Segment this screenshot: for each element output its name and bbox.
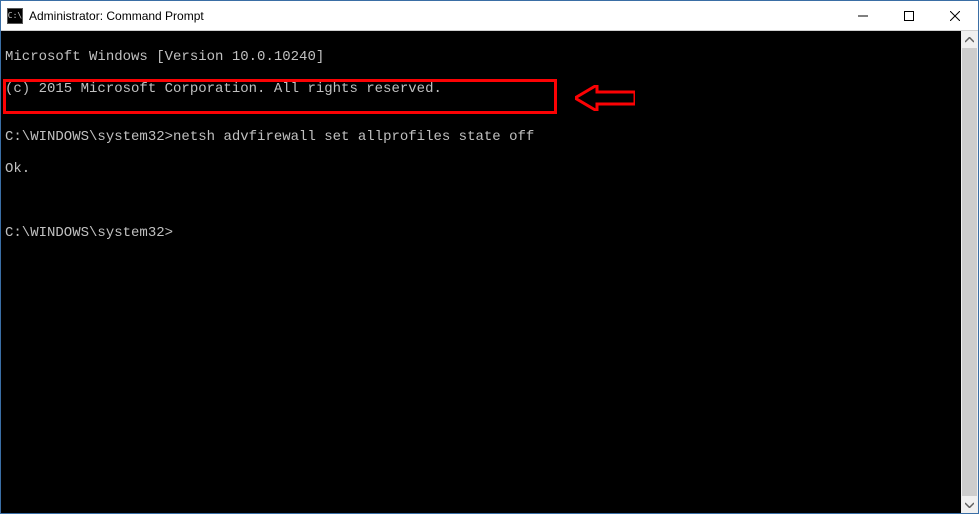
chevron-up-icon xyxy=(965,37,974,43)
window-title: Administrator: Command Prompt xyxy=(29,9,204,23)
close-button[interactable] xyxy=(932,1,978,30)
vertical-scrollbar[interactable] xyxy=(961,31,978,513)
maximize-icon xyxy=(904,11,914,21)
titlebar[interactable]: C:\ Administrator: Command Prompt xyxy=(1,1,978,31)
content-row: Microsoft Windows [Version 10.0.10240] (… xyxy=(1,31,978,513)
maximize-button[interactable] xyxy=(886,1,932,30)
scroll-thumb[interactable] xyxy=(962,48,977,496)
console-area[interactable]: Microsoft Windows [Version 10.0.10240] (… xyxy=(1,31,961,513)
console-response: Ok. xyxy=(5,161,961,177)
close-icon xyxy=(950,11,960,21)
minimize-icon xyxy=(858,11,868,21)
command-prompt-window: C:\ Administrator: Command Prompt xyxy=(0,0,979,514)
prompt-command: netsh advfirewall set allprofiles state … xyxy=(173,129,534,145)
scroll-track[interactable] xyxy=(961,48,978,496)
scroll-up-button[interactable] xyxy=(961,31,978,48)
chevron-down-icon xyxy=(965,502,974,508)
console-banner-line2: (c) 2015 Microsoft Corporation. All righ… xyxy=(5,81,961,97)
console-banner-line1: Microsoft Windows [Version 10.0.10240] xyxy=(5,49,961,65)
cmd-icon: C:\ xyxy=(7,8,23,24)
titlebar-buttons xyxy=(840,1,978,30)
scroll-down-button[interactable] xyxy=(961,496,978,513)
console-prompt-line-1: C:\WINDOWS\system32>netsh advfirewall se… xyxy=(5,129,961,145)
cmd-icon-glyph: C:\ xyxy=(8,12,22,20)
minimize-button[interactable] xyxy=(840,1,886,30)
console-prompt-line-2: C:\WINDOWS\system32> xyxy=(5,225,961,241)
prompt-path: C:\WINDOWS\system32> xyxy=(5,129,173,145)
prompt-path: C:\WINDOWS\system32> xyxy=(5,225,173,241)
